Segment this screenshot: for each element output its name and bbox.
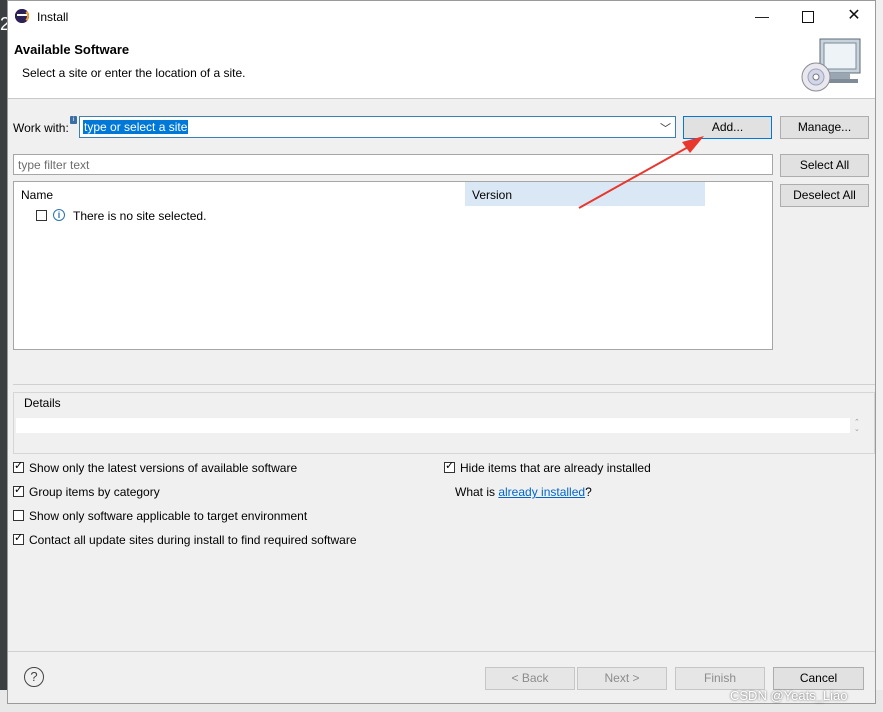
work-with-value: type or select a site — [83, 120, 189, 134]
what-is-prefix: What is — [455, 485, 499, 499]
info-decorator-icon: i — [70, 116, 77, 124]
deselect-all-button[interactable]: Deselect All — [780, 184, 869, 207]
work-with-label: Work with: — [13, 121, 69, 135]
group-by-category-label: Group items by category — [29, 485, 160, 499]
maximize-icon — [802, 11, 814, 24]
chevron-down-icon[interactable]: ﹀ — [660, 120, 671, 136]
separator — [13, 384, 875, 385]
eclipse-icon — [15, 9, 29, 23]
add-button[interactable]: Add... — [683, 116, 772, 139]
latest-versions-label: Show only the latest versions of availab… — [29, 461, 298, 475]
details-label: Details — [22, 396, 63, 410]
group-by-category-checkbox[interactable] — [13, 483, 24, 497]
column-header-version[interactable]: Version — [465, 182, 705, 206]
tree-row-label: There is no site selected. — [73, 209, 207, 223]
details-scroll-arrows[interactable]: ⌃ ⌄ — [854, 419, 860, 433]
contact-sites-label: Contact all update sites during install … — [29, 533, 357, 547]
info-icon: i — [53, 209, 65, 221]
install-dialog: Install — ✕ Available Software Select a … — [7, 0, 876, 704]
footer-separator — [8, 651, 875, 652]
latest-versions-checkbox[interactable] — [13, 459, 24, 473]
filter-input[interactable]: type filter text — [13, 154, 773, 175]
software-tree[interactable]: Name Version i There is no site selected… — [13, 181, 773, 350]
details-text — [16, 418, 850, 433]
maximize-button[interactable] — [785, 1, 831, 31]
filter-placeholder: type filter text — [18, 158, 90, 172]
window-title: Install — [37, 10, 69, 24]
install-banner-icon — [801, 38, 861, 92]
close-button[interactable]: ✕ — [831, 1, 877, 31]
tree-row-checkbox[interactable] — [36, 210, 47, 221]
select-all-button[interactable]: Select All — [780, 154, 869, 177]
page-title: Available Software — [14, 42, 130, 57]
next-button[interactable]: Next > — [577, 667, 667, 690]
target-env-checkbox[interactable] — [13, 510, 24, 521]
contact-sites-checkbox[interactable] — [13, 531, 24, 545]
hide-installed-label: Hide items that are already installed — [460, 461, 651, 475]
work-with-combo[interactable]: type or select a site ﹀ — [79, 116, 676, 138]
what-is-suffix: ? — [585, 485, 592, 499]
back-button[interactable]: < Back — [485, 667, 575, 690]
target-env-label: Show only software applicable to target … — [29, 509, 308, 523]
help-icon[interactable]: ? — [24, 667, 44, 687]
dialog-header: Available Software Select a site or ente… — [8, 31, 875, 99]
title-bar: Install — ✕ — [8, 1, 875, 31]
minimize-button[interactable]: — — [739, 1, 785, 31]
manage-button[interactable]: Manage... — [780, 116, 869, 139]
already-installed-link[interactable]: already installed — [498, 485, 585, 499]
hide-installed-checkbox[interactable] — [444, 459, 455, 473]
watermark: CSDN @Yeats_Liao — [730, 688, 848, 703]
what-is-installed: What is already installed? — [455, 485, 592, 499]
cancel-button[interactable]: Cancel — [773, 667, 864, 690]
page-subtitle: Select a site or enter the location of a… — [22, 66, 246, 80]
column-header-name[interactable]: Name — [21, 188, 53, 202]
column-header-version-label: Version — [472, 188, 513, 202]
finish-button[interactable]: Finish — [675, 667, 765, 690]
